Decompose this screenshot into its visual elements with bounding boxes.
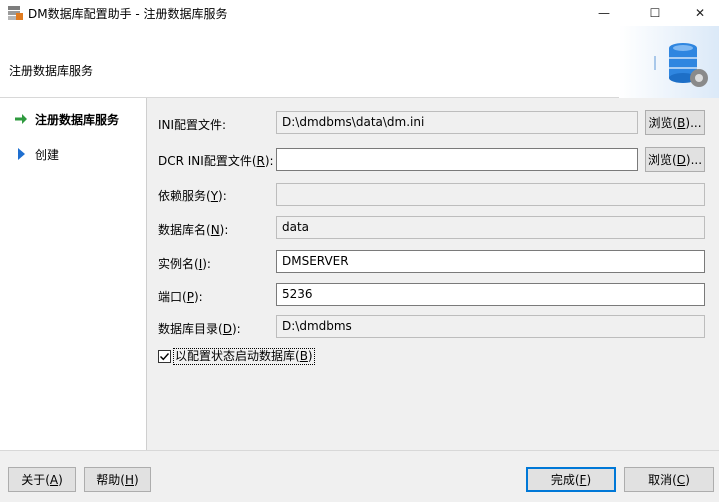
db-dir-field: D:\dmdbms <box>276 315 705 338</box>
maximize-icon: ☐ <box>649 6 661 20</box>
depend-service-label: 依赖服务(Y): <box>158 189 227 203</box>
cancel-button[interactable]: 取消(C) <box>624 467 714 492</box>
check-icon <box>160 353 170 361</box>
dcr-ini-field[interactable] <box>276 148 638 171</box>
wizard-steps: 注册数据库服务 创建 <box>0 98 147 450</box>
page-title: 注册数据库服务 <box>9 64 94 78</box>
nav-item-label: 注册数据库服务 <box>35 113 120 127</box>
finish-button[interactable]: 完成(F) <box>526 467 616 492</box>
start-with-config-checkbox[interactable] <box>158 350 171 363</box>
window-title: DM数据库配置助手 - 注册数据库服务 <box>28 7 228 21</box>
db-name-field: data <box>276 216 705 239</box>
nav-item-create[interactable]: 创建 <box>0 143 146 165</box>
arrow-right-icon <box>15 114 27 124</box>
nav-item-register-service[interactable]: 注册数据库服务 <box>0 108 146 130</box>
port-field[interactable]: 5236 <box>276 283 705 306</box>
app-icon <box>8 6 23 20</box>
browse-ini-button[interactable]: 浏览(B)... <box>645 110 705 135</box>
wizard-footer: 关于(A) 帮助(H) 完成(F) 取消(C) <box>0 450 719 502</box>
help-button[interactable]: 帮助(H) <box>84 467 151 492</box>
db-name-label: 数据库名(N): <box>158 223 229 237</box>
minimize-button[interactable]: — <box>581 0 627 26</box>
register-service-form: INI配置文件: D:\dmdbms\data\dm.ini 浏览(B)... … <box>148 98 719 450</box>
instance-name-field[interactable]: DMSERVER <box>276 250 705 273</box>
depend-service-field <box>276 183 705 206</box>
browse-dcr-button[interactable]: 浏览(D)... <box>645 147 705 172</box>
nav-item-label: 创建 <box>35 148 60 162</box>
about-button[interactable]: 关于(A) <box>8 467 76 492</box>
db-dir-label: 数据库目录(D): <box>158 322 241 336</box>
title-bar: DM数据库配置助手 - 注册数据库服务 — ☐ ✕ <box>0 0 719 26</box>
minimize-icon: — <box>598 6 610 20</box>
database-gear-icon <box>619 26 719 98</box>
start-with-config-option[interactable]: 以配置状态启动数据库(B) <box>158 348 315 365</box>
ini-file-field[interactable]: D:\dmdbms\data\dm.ini <box>276 111 638 134</box>
wizard-header: 注册数据库服务 <box>0 26 719 98</box>
close-button[interactable]: ✕ <box>677 0 719 26</box>
instance-name-label: 实例名(I): <box>158 257 211 271</box>
ini-file-label: INI配置文件: <box>158 118 227 132</box>
maximize-button[interactable]: ☐ <box>632 0 678 26</box>
triangle-right-icon <box>18 148 25 160</box>
close-icon: ✕ <box>694 6 706 20</box>
start-with-config-label: 以配置状态启动数据库(B) <box>173 348 315 365</box>
dcr-ini-label: DCR INI配置文件(R): <box>158 154 274 168</box>
port-label: 端口(P): <box>158 290 203 304</box>
